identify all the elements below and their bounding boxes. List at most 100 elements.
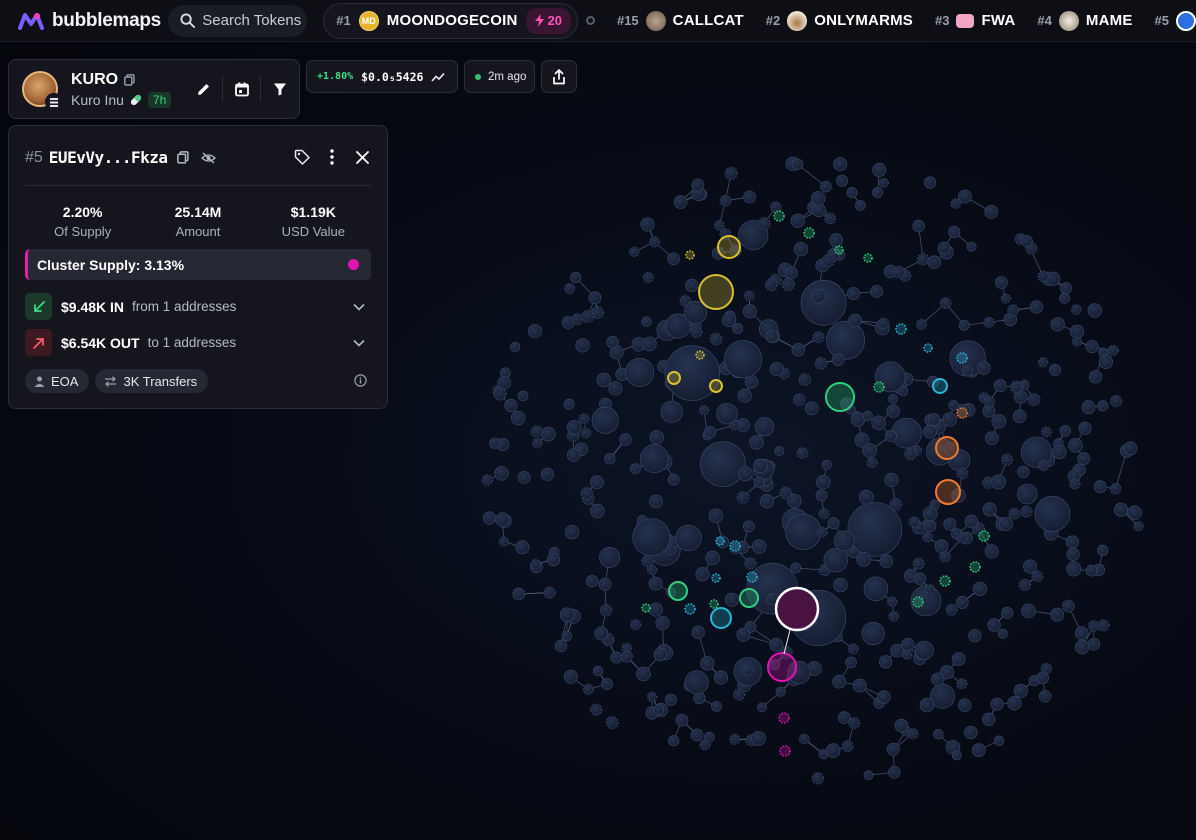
wallet-bubble[interactable] bbox=[871, 415, 886, 431]
wallet-bubble[interactable] bbox=[997, 628, 1008, 639]
boost-badge[interactable]: 20 bbox=[525, 7, 571, 34]
wallet-bubble[interactable] bbox=[951, 652, 966, 666]
wallet-bubble[interactable] bbox=[591, 406, 619, 434]
wallet-bubble[interactable] bbox=[897, 385, 909, 397]
wallet-bubble[interactable] bbox=[691, 178, 705, 192]
wallet-bubble[interactable] bbox=[939, 297, 952, 310]
wallet-bubble[interactable] bbox=[1011, 382, 1022, 394]
wallet-bubble[interactable] bbox=[719, 194, 732, 207]
wallet-bubble[interactable] bbox=[915, 318, 928, 330]
selected-wallet-bubble[interactable] bbox=[774, 586, 820, 632]
wallet-bubble[interactable] bbox=[862, 443, 877, 458]
wallet-bubble[interactable] bbox=[982, 502, 997, 517]
wallet-bubble[interactable] bbox=[530, 558, 541, 570]
time-travel-button[interactable] bbox=[223, 71, 260, 107]
wallet-bubble[interactable] bbox=[790, 562, 802, 574]
wallet-bubble[interactable] bbox=[923, 519, 937, 533]
wallet-bubble[interactable] bbox=[1068, 438, 1083, 453]
last-update-button[interactable]: 2m ago bbox=[464, 60, 535, 93]
wallet-bubble[interactable] bbox=[825, 743, 841, 758]
wallet-bubble[interactable] bbox=[993, 735, 1005, 746]
wallet-bubble[interactable] bbox=[993, 379, 1007, 393]
cluster-bubble[interactable] bbox=[778, 712, 790, 724]
wallet-bubble[interactable] bbox=[639, 444, 669, 474]
chevron-down-icon[interactable] bbox=[353, 303, 365, 311]
wallet-bubble[interactable] bbox=[798, 733, 810, 745]
wallet-bubble[interactable] bbox=[664, 693, 678, 706]
cluster-bubble[interactable] bbox=[863, 253, 873, 263]
share-button[interactable] bbox=[541, 60, 577, 93]
wallet-bubble[interactable] bbox=[858, 489, 874, 505]
cluster-bubble[interactable] bbox=[825, 382, 855, 412]
wallet-bubble[interactable] bbox=[581, 309, 595, 324]
cluster-bubble[interactable] bbox=[932, 378, 948, 394]
wallet-bubble[interactable] bbox=[509, 341, 521, 353]
cluster-bubble[interactable] bbox=[935, 479, 961, 505]
wallet-bubble[interactable] bbox=[934, 539, 949, 553]
wallet-bubble[interactable] bbox=[571, 313, 584, 326]
wallet-bubble[interactable] bbox=[753, 476, 765, 488]
wallet-bubble[interactable] bbox=[933, 729, 944, 740]
wallet-bubble[interactable] bbox=[774, 445, 785, 456]
wallet-bubble[interactable] bbox=[640, 217, 655, 232]
wallet-bubble[interactable] bbox=[847, 643, 859, 655]
wallet-bubble[interactable] bbox=[641, 554, 655, 568]
wallet-bubble[interactable] bbox=[608, 381, 623, 396]
wallet-bubble[interactable] bbox=[703, 425, 717, 439]
wallet-bubble[interactable] bbox=[1070, 304, 1082, 316]
copy-icon[interactable] bbox=[124, 73, 135, 86]
wallet-bubble[interactable] bbox=[878, 655, 893, 669]
wallet-bubble[interactable] bbox=[1109, 482, 1122, 495]
wallet-bubble[interactable] bbox=[886, 404, 900, 418]
wallet-bubble[interactable] bbox=[1087, 637, 1101, 651]
wallet-bubble[interactable] bbox=[1087, 303, 1103, 318]
wallet-bubble[interactable] bbox=[826, 320, 866, 360]
wallet-bubble[interactable] bbox=[1017, 465, 1030, 478]
wallet-bubble[interactable] bbox=[1081, 400, 1096, 415]
wallet-bubble[interactable] bbox=[827, 517, 840, 530]
wallet-bubble[interactable] bbox=[991, 413, 1007, 429]
wallet-bubble[interactable] bbox=[1093, 480, 1107, 494]
wallet-bubble[interactable] bbox=[566, 448, 581, 462]
wallet-bubble[interactable] bbox=[872, 186, 883, 198]
wallet-bubble[interactable] bbox=[606, 335, 619, 349]
wallet-bubble[interactable] bbox=[744, 557, 757, 570]
wallet-bubble[interactable] bbox=[791, 343, 805, 357]
wallet-bubble[interactable] bbox=[983, 316, 995, 328]
wallet-bubble[interactable] bbox=[1050, 317, 1065, 332]
wallet-bubble[interactable] bbox=[690, 728, 704, 742]
wallet-bubble[interactable] bbox=[829, 233, 843, 247]
wallet-bubble[interactable] bbox=[1052, 444, 1067, 460]
cluster-bubble[interactable] bbox=[978, 530, 990, 542]
wallet-bubble[interactable] bbox=[904, 447, 917, 461]
price-chart-button[interactable]: +1.80% $0.0₅5426 bbox=[306, 60, 458, 93]
wallet-bubble[interactable] bbox=[1037, 270, 1050, 283]
wallet-bubble[interactable] bbox=[1034, 495, 1071, 532]
wallet-bubble[interactable] bbox=[564, 283, 575, 294]
wallet-bubble[interactable] bbox=[787, 493, 802, 509]
wallet-bubble[interactable] bbox=[590, 503, 605, 519]
wallet-bubble[interactable] bbox=[1133, 520, 1144, 532]
wallet-bubble[interactable] bbox=[713, 670, 729, 685]
close-button[interactable] bbox=[351, 146, 373, 168]
search-tokens-button[interactable]: Search Tokens bbox=[168, 4, 308, 37]
wallet-bubble[interactable] bbox=[823, 548, 848, 573]
cluster-bubble[interactable] bbox=[695, 350, 705, 360]
wallet-bubble[interactable] bbox=[841, 740, 854, 753]
wallet-bubble[interactable] bbox=[847, 502, 903, 557]
filter-button[interactable] bbox=[261, 71, 298, 107]
wallet-bubble[interactable] bbox=[1038, 690, 1052, 703]
wallet-bubble[interactable] bbox=[884, 472, 899, 487]
wallet-bubble[interactable] bbox=[563, 398, 575, 410]
wallet-bubble[interactable] bbox=[649, 430, 664, 445]
wallet-bubble[interactable] bbox=[511, 410, 526, 426]
wallet-bubble[interactable] bbox=[894, 718, 909, 733]
wallet-address[interactable]: EUEvVy...Fkza bbox=[49, 148, 168, 167]
wallet-bubble[interactable] bbox=[743, 665, 754, 676]
wallet-bubble[interactable] bbox=[852, 678, 867, 693]
wallet-bubble[interactable] bbox=[1045, 271, 1061, 287]
wallet-bubble[interactable] bbox=[990, 697, 1004, 711]
wallet-bubble[interactable] bbox=[517, 470, 531, 484]
wallet-bubble[interactable] bbox=[927, 255, 942, 270]
wallet-bubble[interactable] bbox=[889, 497, 903, 511]
